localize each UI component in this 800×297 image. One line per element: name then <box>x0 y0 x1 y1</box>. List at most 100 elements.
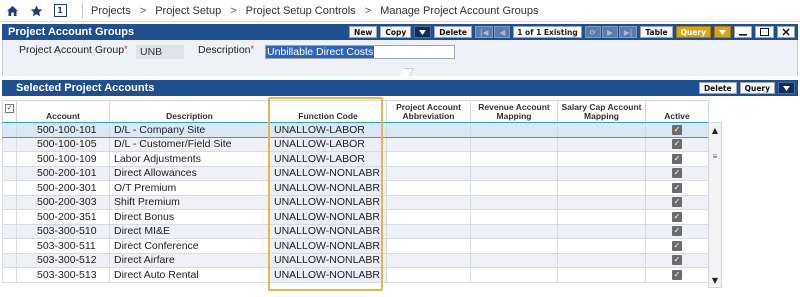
active-checkbox[interactable]: ✓ <box>672 240 682 251</box>
description-cell[interactable]: D/L - Company Site <box>109 122 270 138</box>
active-checkbox[interactable]: ✓ <box>672 182 682 193</box>
breadcrumb-project-setup[interactable]: Project Setup <box>155 5 221 17</box>
abbreviation-cell[interactable] <box>386 252 471 268</box>
description-cell[interactable]: Direct MI&E <box>109 223 270 239</box>
account-cell[interactable]: 500-200-101 <box>16 165 110 181</box>
active-cell[interactable]: ✓ <box>645 223 709 239</box>
active-cell[interactable]: ✓ <box>645 180 709 196</box>
description-cell[interactable]: O/T Premium <box>109 180 270 196</box>
row-selector-cell[interactable] <box>2 165 17 181</box>
revenue-mapping-cell[interactable] <box>470 151 558 167</box>
account-cell[interactable]: 503-300-512 <box>16 252 110 268</box>
row-selector-cell[interactable] <box>2 122 17 138</box>
function-code-cell[interactable]: UNALLOW-NONLABR <box>269 223 387 239</box>
refresh-icon[interactable]: ⟳ <box>584 26 602 38</box>
active-cell[interactable]: ✓ <box>645 209 709 225</box>
account-cell[interactable]: 500-100-101 <box>16 122 110 138</box>
abbreviation-cell[interactable] <box>386 136 471 152</box>
active-checkbox[interactable]: ✓ <box>672 139 682 150</box>
salary-cap-mapping-cell[interactable] <box>557 267 646 283</box>
active-checkbox[interactable]: ✓ <box>672 153 682 164</box>
account-cell[interactable]: 503-300-510 <box>16 223 110 239</box>
description-cell[interactable]: Direct Conference <box>109 238 270 254</box>
active-cell[interactable]: ✓ <box>645 252 709 268</box>
active-checkbox[interactable]: ✓ <box>672 255 682 266</box>
revenue-mapping-cell[interactable] <box>470 223 558 239</box>
description-field[interactable]: Unbillable Direct Costs <box>265 45 455 59</box>
delete-button[interactable]: Delete <box>434 26 472 38</box>
description-cell[interactable]: Direct Allowances <box>109 165 270 181</box>
abbreviation-cell[interactable] <box>386 223 471 239</box>
active-cell[interactable]: ✓ <box>645 151 709 167</box>
column-header-function-code[interactable]: Function Code <box>269 100 387 123</box>
revenue-mapping-cell[interactable] <box>470 267 558 283</box>
star-icon[interactable] <box>24 0 48 22</box>
abbreviation-cell[interactable] <box>386 180 471 196</box>
revenue-mapping-cell[interactable] <box>470 194 558 210</box>
last-record-icon[interactable]: ▶| <box>618 26 638 38</box>
salary-cap-mapping-cell[interactable] <box>557 136 646 152</box>
table-row[interactable]: 500-200-301 O/T Premium UNALLOW-NONLABR ✓ <box>2 180 709 196</box>
salary-cap-mapping-cell[interactable] <box>557 165 646 181</box>
row-selector-cell[interactable] <box>2 180 17 196</box>
abbreviation-cell[interactable] <box>386 209 471 225</box>
account-cell[interactable]: 503-300-511 <box>16 238 110 254</box>
description-cell[interactable]: Direct Bonus <box>109 209 270 225</box>
scroll-down-icon[interactable]: ▼ <box>709 273 721 287</box>
table-button[interactable]: Table <box>640 26 673 38</box>
table-row[interactable]: 503-300-513 Direct Auto Rental UNALLOW-NON… <box>2 267 709 283</box>
copy-dropdown-button[interactable] <box>414 26 432 38</box>
subpanel-delete-button[interactable]: Delete <box>698 82 737 94</box>
breadcrumb-project-setup-controls[interactable]: Project Setup Controls <box>246 5 356 17</box>
project-account-group-field[interactable]: UNB <box>136 45 184 59</box>
description-cell[interactable]: Direct Airfare <box>109 252 270 268</box>
description-cell[interactable]: Direct Auto Rental <box>109 267 270 283</box>
description-cell[interactable]: Shift Premium <box>109 194 270 210</box>
active-checkbox[interactable]: ✓ <box>672 269 682 280</box>
function-code-cell[interactable]: UNALLOW-NONLABR <box>269 209 387 225</box>
salary-cap-mapping-cell[interactable] <box>557 223 646 239</box>
description-cell[interactable]: Labor Adjustments <box>109 151 270 167</box>
close-icon[interactable] <box>777 26 795 38</box>
row-selector-cell[interactable] <box>2 223 17 239</box>
account-cell[interactable]: 500-200-301 <box>16 180 110 196</box>
revenue-mapping-cell[interactable] <box>470 180 558 196</box>
row-selector-cell[interactable] <box>2 136 17 152</box>
function-code-cell[interactable]: UNALLOW-NONLABR <box>269 238 387 254</box>
revenue-mapping-cell[interactable] <box>470 136 558 152</box>
abbreviation-cell[interactable] <box>386 238 471 254</box>
scroll-thumb[interactable]: ≡ <box>711 153 719 161</box>
abbreviation-cell[interactable] <box>386 165 471 181</box>
account-cell[interactable]: 500-200-351 <box>16 209 110 225</box>
function-code-cell[interactable]: UNALLOW-LABOR <box>269 136 387 152</box>
vertical-scrollbar[interactable]: ▲ ≡ ▼ <box>708 122 722 288</box>
column-header-description[interactable]: Description <box>109 100 270 123</box>
active-cell[interactable]: ✓ <box>645 238 709 254</box>
active-checkbox[interactable]: ✓ <box>672 124 682 135</box>
account-cell[interactable]: 500-200-303 <box>16 194 110 210</box>
revenue-mapping-cell[interactable] <box>470 165 558 181</box>
function-code-cell[interactable]: UNALLOW-NONLABR <box>269 267 387 283</box>
revenue-mapping-cell[interactable] <box>470 252 558 268</box>
table-row[interactable]: 503-300-511 Direct Conference UNALLOW-NONL… <box>2 238 709 254</box>
active-cell[interactable]: ✓ <box>645 194 709 210</box>
account-cell[interactable]: 503-300-513 <box>16 267 110 283</box>
function-code-cell[interactable]: UNALLOW-NONLABR <box>269 194 387 210</box>
next-record-icon[interactable]: ▶ <box>602 26 618 38</box>
table-row[interactable]: 500-100-105 D/L - Customer/Field Site UNAL… <box>2 136 709 152</box>
table-row[interactable]: 500-100-109 Labor Adjustments UNALLOW-LABO… <box>2 151 709 167</box>
query-dropdown-icon[interactable] <box>714 26 731 38</box>
active-cell[interactable]: ✓ <box>645 267 709 283</box>
row-selector-cell[interactable] <box>2 209 17 225</box>
table-row[interactable]: 500-200-101 Direct Allowances UNALLOW-NONL… <box>2 165 709 181</box>
salary-cap-mapping-cell[interactable] <box>557 238 646 254</box>
salary-cap-mapping-cell[interactable] <box>557 194 646 210</box>
abbreviation-cell[interactable] <box>386 267 471 283</box>
subpanel-query-dropdown-icon[interactable] <box>778 82 795 94</box>
active-checkbox[interactable]: ✓ <box>672 197 682 208</box>
account-cell[interactable]: 500-100-105 <box>16 136 110 152</box>
revenue-mapping-cell[interactable] <box>470 122 558 138</box>
row-selector-cell[interactable] <box>2 238 17 254</box>
query-button[interactable]: Query <box>675 26 711 38</box>
table-row[interactable]: 500-200-303 Shift Premium UNALLOW-NONLABR ✓ <box>2 194 709 210</box>
